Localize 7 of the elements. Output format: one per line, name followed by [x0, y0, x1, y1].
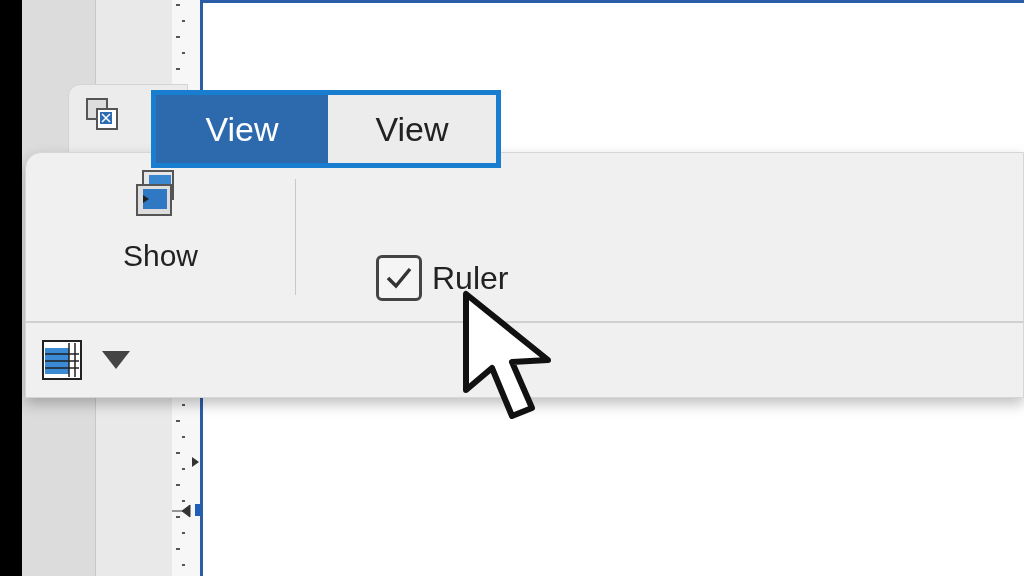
view-tab[interactable]: View — [156, 95, 328, 163]
caret-icon[interactable] — [102, 351, 130, 369]
table-icon[interactable] — [42, 340, 82, 380]
show-button[interactable]: Show — [122, 169, 198, 295]
windows-icon[interactable] — [85, 97, 119, 131]
view-tab[interactable]: View — [328, 95, 496, 163]
ruler-checkbox[interactable]: Ruler — [376, 253, 509, 303]
